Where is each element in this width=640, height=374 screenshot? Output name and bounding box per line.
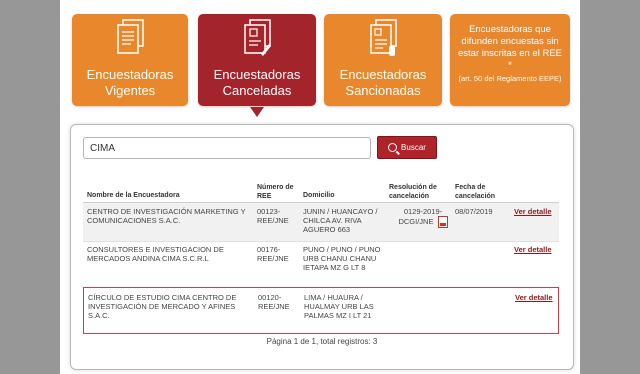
row-domicilio: JUNIN / HUANCAYO / CHILCA AV. RIVA AGUER…: [303, 207, 378, 234]
header-ree: Número de REE: [257, 184, 294, 200]
notice-card-note: (art. 50 del Reglamento EEPE): [458, 74, 562, 83]
row-ree: 00123-REE/JNE: [257, 207, 289, 225]
notice-card-text: Encuestadoras que difunden encuestas sin…: [456, 24, 564, 84]
row-resolucion: 0129-2019-DCGI/JNE: [395, 207, 451, 228]
document-pen-icon: [244, 19, 271, 56]
pagination-text: Página 1 de 1, total registros: 3: [266, 337, 378, 346]
tab-vigentes[interactable]: Encuestadoras Vigentes: [72, 14, 188, 106]
search-icon: [388, 143, 398, 152]
row-resolucion-text: 0129-2019-DCGI/JNE: [398, 207, 443, 226]
table-row: CENTRO DE INVESTIGACIÓN MARKETING Y COMU…: [83, 203, 559, 241]
tab-sancionadas-label: Encuestadoras Sancionadas: [339, 67, 427, 98]
search-button-label: Buscar: [401, 143, 426, 152]
row-fecha: 08/07/2019: [455, 207, 493, 216]
tab-canceladas-label: Encuestadoras Canceladas: [213, 67, 301, 98]
header-resolucion: Resolución de cancelación: [389, 184, 437, 200]
table-row-highlighted: CÍRCULO DE ESTUDIO CIMA CENTRO DE INVEST…: [83, 287, 559, 334]
search-input[interactable]: [83, 137, 371, 159]
background-left: [0, 0, 60, 374]
active-tab-pointer: [250, 107, 264, 117]
document-dollar-icon: [370, 19, 397, 56]
notice-card[interactable]: Encuestadoras que difunden encuestas sin…: [450, 14, 570, 106]
ver-detalle-link[interactable]: Ver detalle: [515, 293, 553, 302]
ver-detalle-link[interactable]: Ver detalle: [514, 207, 552, 216]
tab-canceladas[interactable]: Encuestadoras Canceladas: [198, 14, 316, 106]
row-ree: 00176-REE/JNE: [257, 245, 289, 263]
header-domicilio: Domicilio: [303, 192, 335, 199]
pdf-icon[interactable]: [437, 216, 448, 228]
notice-card-title: Encuestadoras que difunden encuestas sin…: [457, 24, 562, 71]
table-row: CONSULTORES E INVESTIGACION DE MERCADOS …: [83, 241, 559, 285]
document-icon: [117, 19, 144, 54]
row-name: CÍRCULO DE ESTUDIO CIMA CENTRO DE INVEST…: [88, 293, 237, 320]
results-panel: Buscar Nombre de la Encuestadora Número …: [70, 124, 574, 370]
tab-vigentes-label: Encuestadoras Vigentes: [86, 67, 174, 98]
background-right: [580, 0, 640, 374]
row-name: CENTRO DE INVESTIGACIÓN MARKETING Y COMU…: [87, 207, 246, 225]
tab-sancionadas[interactable]: Encuestadoras Sancionadas: [324, 14, 442, 106]
row-domicilio: PUNO / PUNO / PUNO URB CHANU CHANU IETAP…: [303, 245, 381, 272]
row-domicilio: LIMA / HUAURA / HUALMAY URB LAS PALMAS M…: [304, 293, 374, 320]
search-button[interactable]: Buscar: [377, 136, 437, 159]
header-fecha: Fecha de cancelación: [455, 184, 496, 200]
row-name: CONSULTORES E INVESTIGACION DE MERCADOS …: [87, 245, 224, 263]
row-ree: 00120-REE/JNE: [258, 293, 290, 311]
header-name: Nombre de la Encuestadora: [87, 192, 180, 199]
ver-detalle-link[interactable]: Ver detalle: [514, 245, 552, 254]
